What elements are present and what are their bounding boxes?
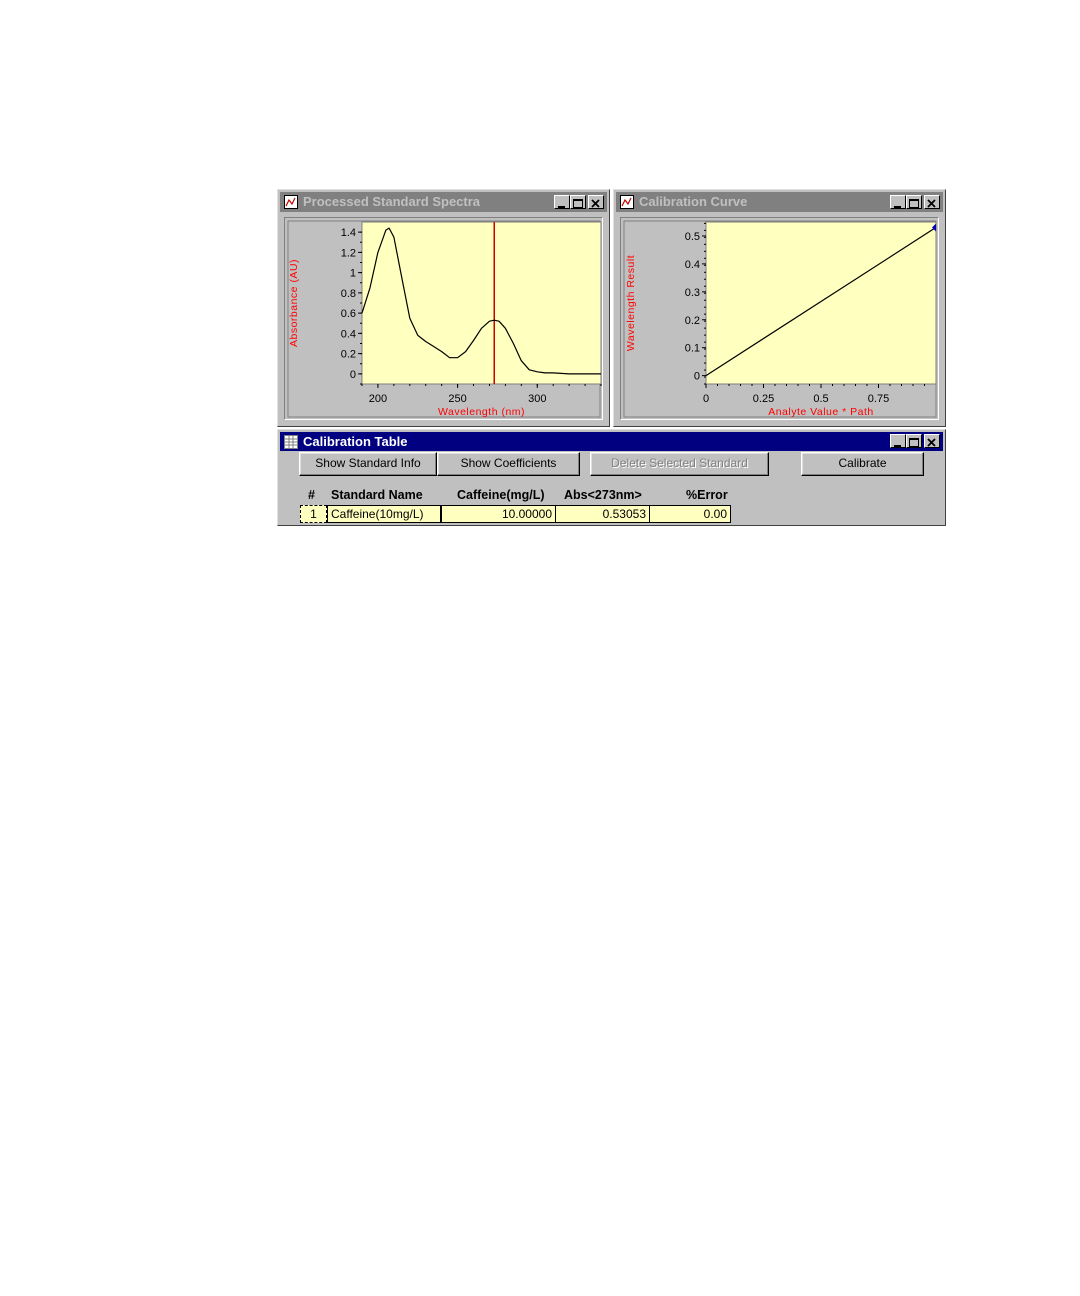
maximize-button[interactable]: [570, 195, 586, 209]
close-button[interactable]: [924, 434, 940, 448]
column-header-number[interactable]: #: [308, 488, 315, 502]
y-tick-label: 1: [350, 268, 356, 280]
minimize-icon: [894, 206, 901, 208]
maximize-icon: [909, 438, 919, 447]
x-tick-label: 250: [448, 393, 466, 405]
y-tick-label: 0: [694, 371, 700, 383]
x-tick-label: 200: [369, 393, 387, 405]
y-tick-label: 0: [350, 369, 356, 381]
calibration-table-title: Calibration Table: [303, 434, 408, 449]
table-window-icon: [284, 435, 298, 449]
minimize-icon: [894, 445, 901, 447]
x-tick-label: 0.75: [868, 393, 889, 405]
y-tick-label: 0.4: [341, 328, 356, 340]
spectra-chart: 0 0.2 0.4 0.6 0.8 1 1.2 1.4 200 250 300Wavelength …: [287, 220, 602, 418]
minimize-button[interactable]: [554, 195, 570, 209]
column-header-standard-name[interactable]: Standard Name: [331, 488, 423, 502]
y-tick-label: 0.6: [341, 308, 356, 320]
row-number: 1: [310, 507, 317, 521]
maximize-button[interactable]: [906, 195, 922, 209]
spectra-chart-area: 0 0.2 0.4 0.6 0.8 1 1.2 1.4 200 250 300 Wavelength …: [284, 217, 603, 420]
delete-selected-standard-button[interactable]: Delete Selected Standard: [590, 452, 769, 476]
plot-area: [705, 221, 937, 385]
abs-value-cell[interactable]: 0.53053: [555, 505, 650, 523]
calibration-curve-titlebar[interactable]: Calibration Curve: [616, 192, 943, 212]
x-tick-label: 0.25: [753, 393, 774, 405]
maximize-icon: [573, 199, 583, 208]
close-icon: [591, 199, 600, 208]
calibration-chart: 0 0.1 0.2 0.3 0.4 0.5 0 0.25 0.5 0.75Analyte Valu…: [623, 220, 937, 418]
spectra-window: Processed Standard Spectra 0 0.2 0.4 0.6 0.8…: [277, 189, 610, 427]
y-axis-label: Wavelength Result: [625, 255, 637, 351]
plot-area: [361, 221, 602, 385]
spectra-titlebar[interactable]: Processed Standard Spectra: [280, 192, 607, 212]
y-tick-label: 0.8: [341, 288, 356, 300]
calibrate-button[interactable]: Calibrate: [801, 452, 924, 476]
calibration-table-titlebar[interactable]: Calibration Table: [280, 432, 943, 451]
close-button[interactable]: [924, 195, 940, 209]
calibration-curve-window: Calibration Curve 0 0.1 0.2 0.3 0.4 0.5 0 0.25 0…: [613, 189, 946, 427]
x-tick-label: 0: [703, 393, 709, 405]
y-tick-label: 0.3: [685, 287, 700, 299]
y-tick-label: 0.2: [341, 349, 356, 361]
spectra-window-title: Processed Standard Spectra: [303, 194, 481, 209]
y-axis-label: Absorbance (AU): [288, 259, 300, 347]
y-tick-label: 0.1: [685, 343, 700, 355]
y-tick-label: 1.2: [341, 247, 356, 259]
maximize-icon: [909, 199, 919, 208]
y-tick-label: 0.4: [685, 259, 700, 271]
maximize-button[interactable]: [906, 434, 922, 448]
y-tick-label: 0.2: [685, 315, 700, 327]
chart-window-icon: [284, 195, 298, 209]
close-icon: [927, 438, 936, 447]
x-tick-label: 0.5: [813, 393, 828, 405]
show-standard-info-button[interactable]: Show Standard Info: [299, 452, 437, 476]
close-icon: [927, 199, 936, 208]
error-value-cell[interactable]: 0.00: [649, 505, 731, 523]
calibration-chart-area: 0 0.1 0.2 0.3 0.4 0.5 0 0.25 0.5 0.75 Analyte Valu…: [620, 217, 939, 420]
column-header-abs[interactable]: Abs<273nm>: [564, 488, 642, 502]
minimize-button[interactable]: [890, 195, 906, 209]
close-button[interactable]: [588, 195, 604, 209]
column-header-error[interactable]: %Error: [686, 488, 728, 502]
y-tick-label: 0.5: [685, 231, 700, 243]
y-tick-label: 1.4: [341, 227, 356, 239]
row-number-cell[interactable]: 1: [300, 505, 327, 523]
column-header-caffeine[interactable]: Caffeine(mg/L): [457, 488, 545, 502]
show-coefficients-button[interactable]: Show Coefficients: [437, 452, 580, 476]
minimize-icon: [558, 206, 565, 208]
calibration-curve-title: Calibration Curve: [639, 194, 748, 209]
x-axis-label: Analyte Value * Path: [768, 406, 874, 418]
caffeine-value-cell[interactable]: 10.00000: [441, 505, 556, 523]
chart-window-icon: [620, 195, 634, 209]
standard-name-cell[interactable]: Caffeine(10mg/L): [327, 505, 441, 523]
x-axis-label: Wavelength (nm): [438, 406, 525, 418]
minimize-button[interactable]: [890, 434, 906, 448]
x-tick-label: 300: [528, 393, 546, 405]
